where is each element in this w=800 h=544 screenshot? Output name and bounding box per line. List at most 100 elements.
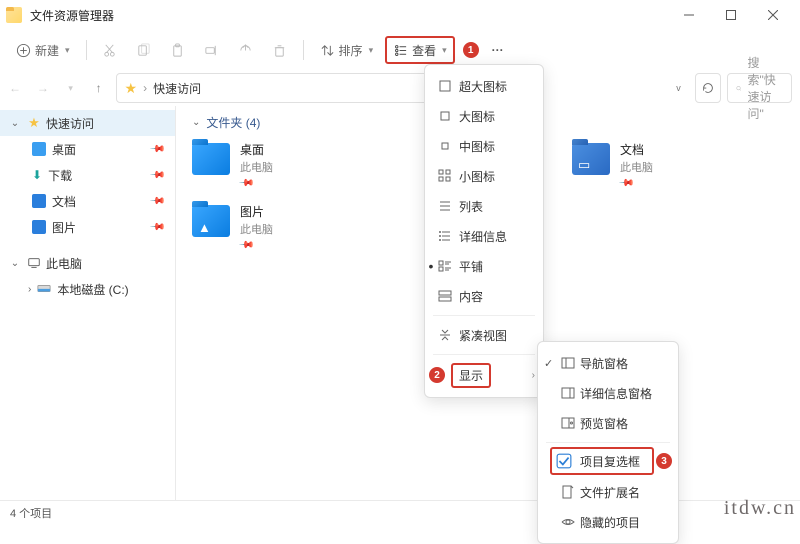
sidebar-label: 图片 bbox=[52, 219, 76, 236]
pic-overlay: ▲ bbox=[198, 220, 211, 235]
status-count: 4 个项目 bbox=[10, 505, 52, 521]
chevron-down-icon: ▾ bbox=[65, 45, 70, 56]
preview-pane-icon bbox=[560, 416, 576, 430]
pin-icon: 📌 bbox=[618, 175, 635, 192]
folder-icon bbox=[192, 143, 230, 175]
pc-icon bbox=[26, 255, 42, 271]
window-title: 文件资源管理器 bbox=[30, 7, 114, 24]
annotation-2: 2 bbox=[429, 367, 445, 383]
sidebar-label: 桌面 bbox=[52, 141, 76, 158]
sidebar-drive-c[interactable]: › 本地磁盘 (C:) bbox=[0, 276, 175, 302]
sidebar-documents[interactable]: 文档 📌 bbox=[0, 188, 175, 214]
star-icon: ★ bbox=[125, 80, 138, 97]
star-icon: ★ bbox=[26, 115, 42, 131]
submenu-hidden[interactable]: 隐藏的项目 bbox=[538, 507, 678, 537]
chevron-right-icon[interactable]: › bbox=[28, 284, 31, 295]
folder-location: 此电脑 bbox=[620, 159, 653, 175]
list-icon bbox=[437, 199, 453, 213]
chevron-right-icon: › bbox=[143, 81, 147, 95]
submenu-nav-pane[interactable]: ✓导航窗格 bbox=[538, 348, 678, 378]
chevron-down-icon: ▾ bbox=[442, 45, 447, 56]
copy-button[interactable] bbox=[129, 35, 159, 65]
menu-content[interactable]: 内容 bbox=[425, 281, 543, 311]
forward-button[interactable]: → bbox=[32, 73, 54, 103]
menu-large[interactable]: 大图标 bbox=[425, 101, 543, 131]
submenu-preview-pane[interactable]: 预览窗格 bbox=[538, 408, 678, 438]
bullet-icon: • bbox=[425, 258, 437, 274]
chevron-down-icon[interactable]: ⌄ bbox=[8, 118, 22, 129]
tiles-icon bbox=[437, 259, 453, 273]
menu-medium[interactable]: 中图标 bbox=[425, 131, 543, 161]
more-button[interactable]: ··· bbox=[483, 35, 513, 65]
explorer-icon bbox=[6, 7, 22, 23]
pin-icon: 📌 bbox=[238, 175, 255, 192]
pin-icon: 📌 bbox=[148, 141, 165, 158]
sidebar-pictures[interactable]: 图片📌 bbox=[0, 214, 175, 240]
lg-icon bbox=[437, 109, 453, 123]
menu-details[interactable]: 详细信息 bbox=[425, 221, 543, 251]
ext-icon bbox=[560, 485, 576, 499]
sidebar-downloads[interactable]: ⬇下载📌 bbox=[0, 162, 175, 188]
dropdown-button[interactable]: v bbox=[668, 73, 690, 103]
submenu-item-checkboxes[interactable]: 项目复选框 3 bbox=[550, 447, 654, 475]
sidebar-quick-access[interactable]: ⌄ ★ 快速访问 bbox=[0, 110, 175, 136]
hidden-icon bbox=[560, 515, 576, 529]
new-label: 新建 bbox=[35, 42, 59, 59]
pin-icon: 📌 bbox=[148, 193, 165, 210]
menu-extra-large[interactable]: 超大图标 bbox=[425, 71, 543, 101]
new-button[interactable]: 新建 ▾ bbox=[8, 35, 78, 65]
sidebar-label: 下载 bbox=[48, 167, 72, 184]
toolbar: 新建 ▾ 排序 ▾ 查看 ▾ 1 ··· bbox=[0, 30, 800, 70]
cut-button[interactable] bbox=[95, 35, 125, 65]
breadcrumb[interactable]: 快速访问 bbox=[153, 80, 201, 97]
menu-list[interactable]: 列表 bbox=[425, 191, 543, 221]
content-icon bbox=[437, 289, 453, 303]
sidebar: ⌄ ★ 快速访问 桌面 📌 ⬇下载📌 文档 📌 图片📌 ⌄ 此电脑 › 本地磁盘 (… bbox=[0, 106, 176, 500]
folder-pictures[interactable]: ▲ 图片 此电脑 📌 bbox=[192, 203, 392, 251]
folder-desktop[interactable]: 桌面 此电脑 📌 bbox=[192, 141, 392, 189]
up-button[interactable]: ↑ bbox=[88, 73, 110, 103]
sort-label: 排序 bbox=[339, 42, 363, 59]
desktop-icon bbox=[32, 142, 46, 156]
view-menu: 超大图标 大图标 中图标 小图标 列表 详细信息 •平铺 内容 紧凑视图 2 显… bbox=[424, 64, 544, 398]
sm-icon bbox=[437, 169, 453, 183]
menu-show[interactable]: 2 显示 › bbox=[425, 359, 543, 391]
paste-button[interactable] bbox=[163, 35, 193, 65]
menu-tiles[interactable]: •平铺 bbox=[425, 251, 543, 281]
xl-icon bbox=[437, 79, 453, 93]
folder-icon: ▭ bbox=[572, 143, 610, 175]
delete-button[interactable] bbox=[265, 35, 295, 65]
minimize-button[interactable] bbox=[668, 0, 710, 30]
chevron-down-icon: ⌄ bbox=[192, 117, 200, 128]
refresh-button[interactable] bbox=[695, 73, 720, 103]
submenu-details-pane[interactable]: 详细信息窗格 bbox=[538, 378, 678, 408]
picture-icon bbox=[32, 220, 46, 234]
menu-small[interactable]: 小图标 bbox=[425, 161, 543, 191]
share-button[interactable] bbox=[231, 35, 261, 65]
submenu-extensions[interactable]: 文件扩展名 bbox=[538, 477, 678, 507]
view-button[interactable]: 查看 ▾ bbox=[385, 36, 455, 64]
details-icon bbox=[437, 229, 453, 243]
chevron-down-icon: ▾ bbox=[369, 45, 374, 56]
sort-button[interactable]: 排序 ▾ bbox=[312, 35, 382, 65]
sidebar-label: 此电脑 bbox=[46, 255, 82, 272]
rename-button[interactable] bbox=[197, 35, 227, 65]
folder-documents[interactable]: ▭ 文档 此电脑 📌 bbox=[572, 141, 772, 189]
chevron-down-icon[interactable]: ▾ bbox=[60, 73, 82, 103]
chevron-right-icon: › bbox=[532, 370, 535, 381]
address-row: ← → ▾ ↑ ★ › 快速访问 v 搜索"快速访问" bbox=[0, 70, 800, 106]
search-input[interactable]: 搜索"快速访问" bbox=[727, 73, 792, 103]
watermark: itdw.cn bbox=[724, 497, 796, 520]
close-button[interactable] bbox=[752, 0, 794, 30]
pin-icon: 📌 bbox=[238, 237, 255, 254]
folder-name: 文档 bbox=[620, 141, 653, 158]
sidebar-label: 文档 bbox=[52, 193, 76, 210]
folder-name: 图片 bbox=[240, 203, 273, 220]
sidebar-desktop[interactable]: 桌面 📌 bbox=[0, 136, 175, 162]
menu-compact[interactable]: 紧凑视图 bbox=[425, 320, 543, 350]
back-button[interactable]: ← bbox=[4, 73, 26, 103]
maximize-button[interactable] bbox=[710, 0, 752, 30]
chevron-down-icon[interactable]: ⌄ bbox=[8, 258, 22, 269]
sidebar-this-pc[interactable]: ⌄ 此电脑 bbox=[0, 250, 175, 276]
view-label: 查看 bbox=[412, 42, 436, 59]
